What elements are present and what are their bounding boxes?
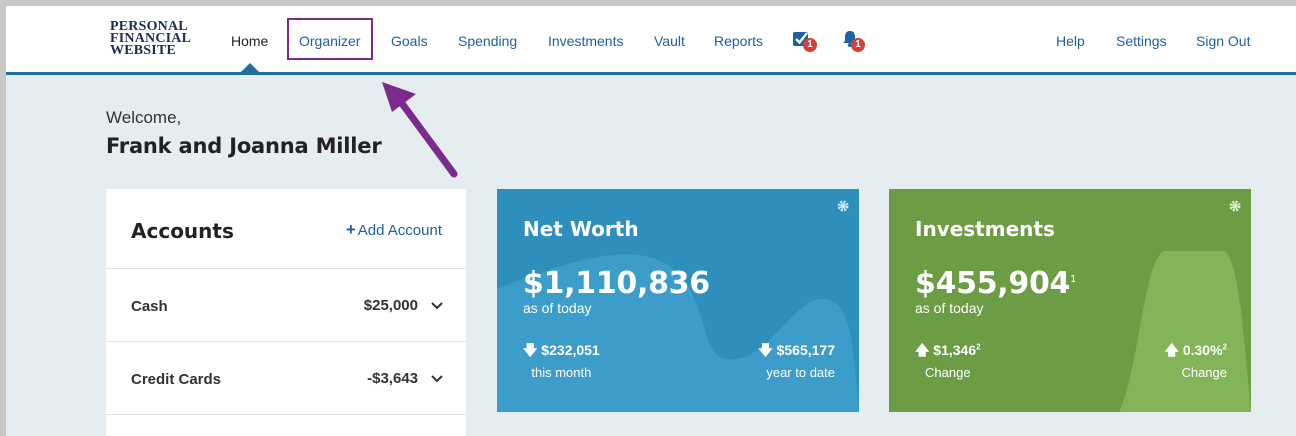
arrow-up-icon: 🡅 (915, 342, 930, 358)
gear-icon[interactable] (837, 200, 849, 212)
net-worth-value: $1,110,836 (523, 266, 710, 301)
nav-reports[interactable]: Reports (714, 33, 763, 49)
stat-label: Change (1181, 365, 1227, 380)
investments-change-amount: 🡅 $1,3462 Change (915, 340, 981, 380)
nav-spending[interactable]: Spending (458, 33, 517, 49)
add-account-button[interactable]: + Add Account (346, 220, 442, 240)
stat-value: $232,051 (541, 342, 600, 358)
nav-help[interactable]: Help (1056, 33, 1085, 49)
account-amount: -$3,643 (367, 370, 418, 387)
gear-icon[interactable] (1229, 200, 1241, 212)
add-account-label: Add Account (357, 222, 442, 239)
net-worth-title: Net Worth (523, 217, 639, 241)
nav-investments[interactable]: Investments (548, 33, 623, 49)
nav-home[interactable]: Home (231, 33, 268, 49)
welcome-greeting: Welcome, (106, 108, 182, 127)
alerts-badge: 1 (851, 38, 865, 52)
accounts-header: Accounts + Add Account (106, 189, 466, 269)
organizer-highlight-box (287, 18, 373, 60)
stat-label: year to date (766, 365, 835, 380)
annotation-arrow-icon (382, 82, 458, 178)
stat-label: Change (925, 365, 971, 380)
nav-vault[interactable]: Vault (654, 33, 685, 49)
investments-card[interactable]: Investments $455,9041 as of today 🡅 $1,3… (889, 189, 1251, 412)
account-row-cash[interactable]: Cash $25,000 (106, 269, 466, 342)
plus-icon: + (345, 220, 356, 239)
app-frame: PERSONAL FINANCIAL WEBSITE Home Organize… (6, 6, 1296, 436)
investments-value: $455,9041 (915, 266, 1076, 301)
account-label: Cash (131, 298, 168, 315)
tasks-button[interactable]: 1 (792, 29, 817, 53)
nav-settings[interactable]: Settings (1116, 33, 1167, 49)
stat-footnote: 2 (976, 342, 981, 352)
alerts-button[interactable]: 1 (840, 29, 865, 53)
investments-as-of: as of today (915, 300, 984, 316)
net-worth-ytd-stat: 🡇 $565,177 year to date (758, 340, 835, 380)
chevron-down-icon[interactable] (430, 299, 444, 313)
investments-change-percent: 🡅 0.30%2 Change (1165, 340, 1227, 380)
stat-value: $1,346 (933, 342, 977, 358)
chevron-down-icon[interactable] (430, 372, 444, 386)
value-amount: $455,904 (915, 266, 1071, 301)
account-amount: $25,000 (363, 297, 418, 314)
net-worth-card[interactable]: Net Worth $1,110,836 as of today 🡇 $232,… (497, 189, 859, 412)
arrow-up-icon: 🡅 (1164, 342, 1179, 358)
site-logo[interactable]: PERSONAL FINANCIAL WEBSITE (110, 20, 200, 58)
tasks-badge: 1 (803, 38, 817, 52)
value-footnote: 1 (1070, 274, 1077, 285)
net-worth-month-stat: 🡇 $232,051 this month (523, 340, 600, 380)
stat-value: 0.30% (1182, 342, 1223, 358)
accounts-title: Accounts (131, 219, 234, 243)
arrow-down-icon: 🡇 (523, 342, 538, 358)
stat-footnote: 2 (1222, 342, 1227, 352)
nav-sign-out[interactable]: Sign Out (1196, 33, 1250, 49)
accounts-panel: Accounts + Add Account Cash $25,000 Credi… (106, 189, 466, 436)
nav-goals[interactable]: Goals (391, 33, 428, 49)
active-tab-caret (241, 63, 259, 72)
account-row-credit-cards[interactable]: Credit Cards -$3,643 (106, 342, 466, 415)
investments-title: Investments (915, 217, 1055, 241)
stat-label: this month (531, 365, 592, 380)
logo-line3: WEBSITE (110, 43, 176, 58)
top-nav: PERSONAL FINANCIAL WEBSITE Home Organize… (6, 6, 1296, 75)
account-label: Credit Cards (131, 371, 222, 388)
arrow-down-icon: 🡇 (758, 342, 773, 358)
user-name: Frank and Joanna Miller (106, 134, 382, 158)
stat-value: $565,177 (776, 342, 835, 358)
net-worth-as-of: as of today (523, 300, 592, 316)
